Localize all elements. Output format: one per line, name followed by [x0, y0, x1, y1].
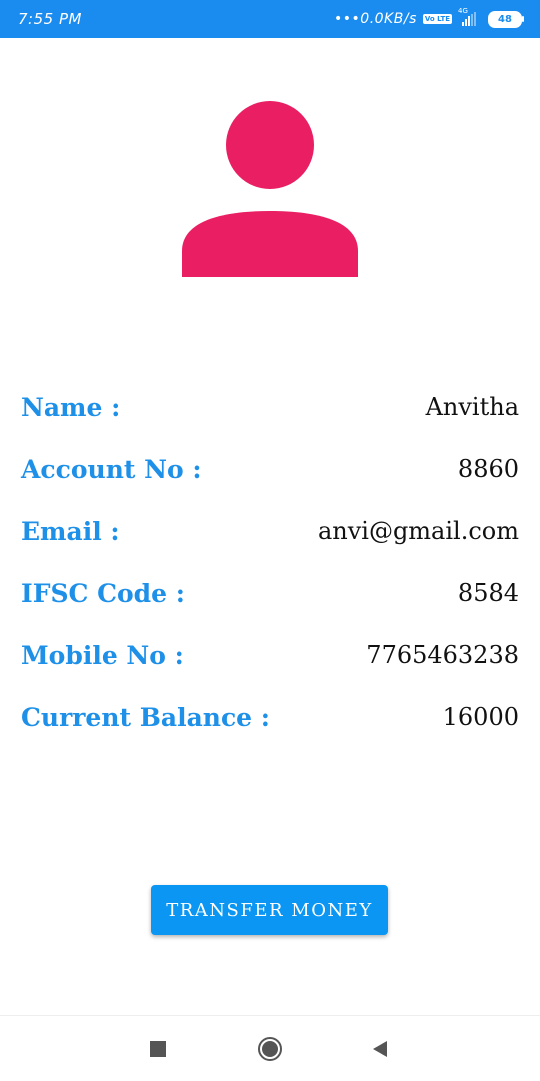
battery-level: 48: [498, 13, 512, 25]
person-icon: [182, 101, 358, 277]
detail-row-mobile: Mobile No : 7765463238: [21, 635, 519, 675]
status-bar: 7:55 PM •••0.0KB/s Vo LTE 4G 48: [0, 0, 540, 38]
email-label: Email :: [21, 516, 120, 546]
detail-row-ifsc: IFSC Code : 8584: [21, 573, 519, 613]
transfer-money-button[interactable]: TRANSFER MONEY: [151, 885, 388, 935]
volte-icon: Vo LTE: [422, 14, 452, 24]
status-time: 7:55 PM: [18, 10, 82, 28]
mobile-value: 7765463238: [366, 641, 519, 669]
status-indicators: •••0.0KB/s Vo LTE 4G 48: [334, 7, 524, 30]
detail-row-account: Account No : 8860: [21, 449, 519, 489]
network-speed: •••0.0KB/s: [334, 11, 417, 27]
detail-row-name: Name : Anvitha: [21, 387, 519, 427]
email-value: anvi@gmail.com: [317, 517, 519, 545]
name-value: Anvitha: [425, 393, 519, 421]
circle-icon[interactable]: [257, 1036, 283, 1062]
detail-row-balance: Current Balance : 16000: [21, 697, 519, 737]
battery-icon: 48: [488, 10, 524, 28]
account-value: 8860: [457, 455, 519, 483]
detail-row-email: Email : anvi@gmail.com: [21, 511, 519, 551]
balance-value: 16000: [442, 703, 519, 731]
signal-icon: 4G: [458, 7, 476, 26]
triangle-back-icon[interactable]: [367, 1036, 393, 1062]
account-label: Account No :: [21, 454, 202, 484]
ifsc-value: 8584: [457, 579, 519, 607]
ifsc-label: IFSC Code :: [21, 578, 185, 608]
square-icon[interactable]: [145, 1036, 171, 1062]
network-gen-label: 4G: [458, 7, 468, 15]
balance-label: Current Balance :: [21, 702, 271, 732]
mobile-label: Mobile No :: [21, 640, 184, 670]
navigation-bar: [0, 1015, 540, 1081]
name-label: Name :: [21, 392, 121, 422]
